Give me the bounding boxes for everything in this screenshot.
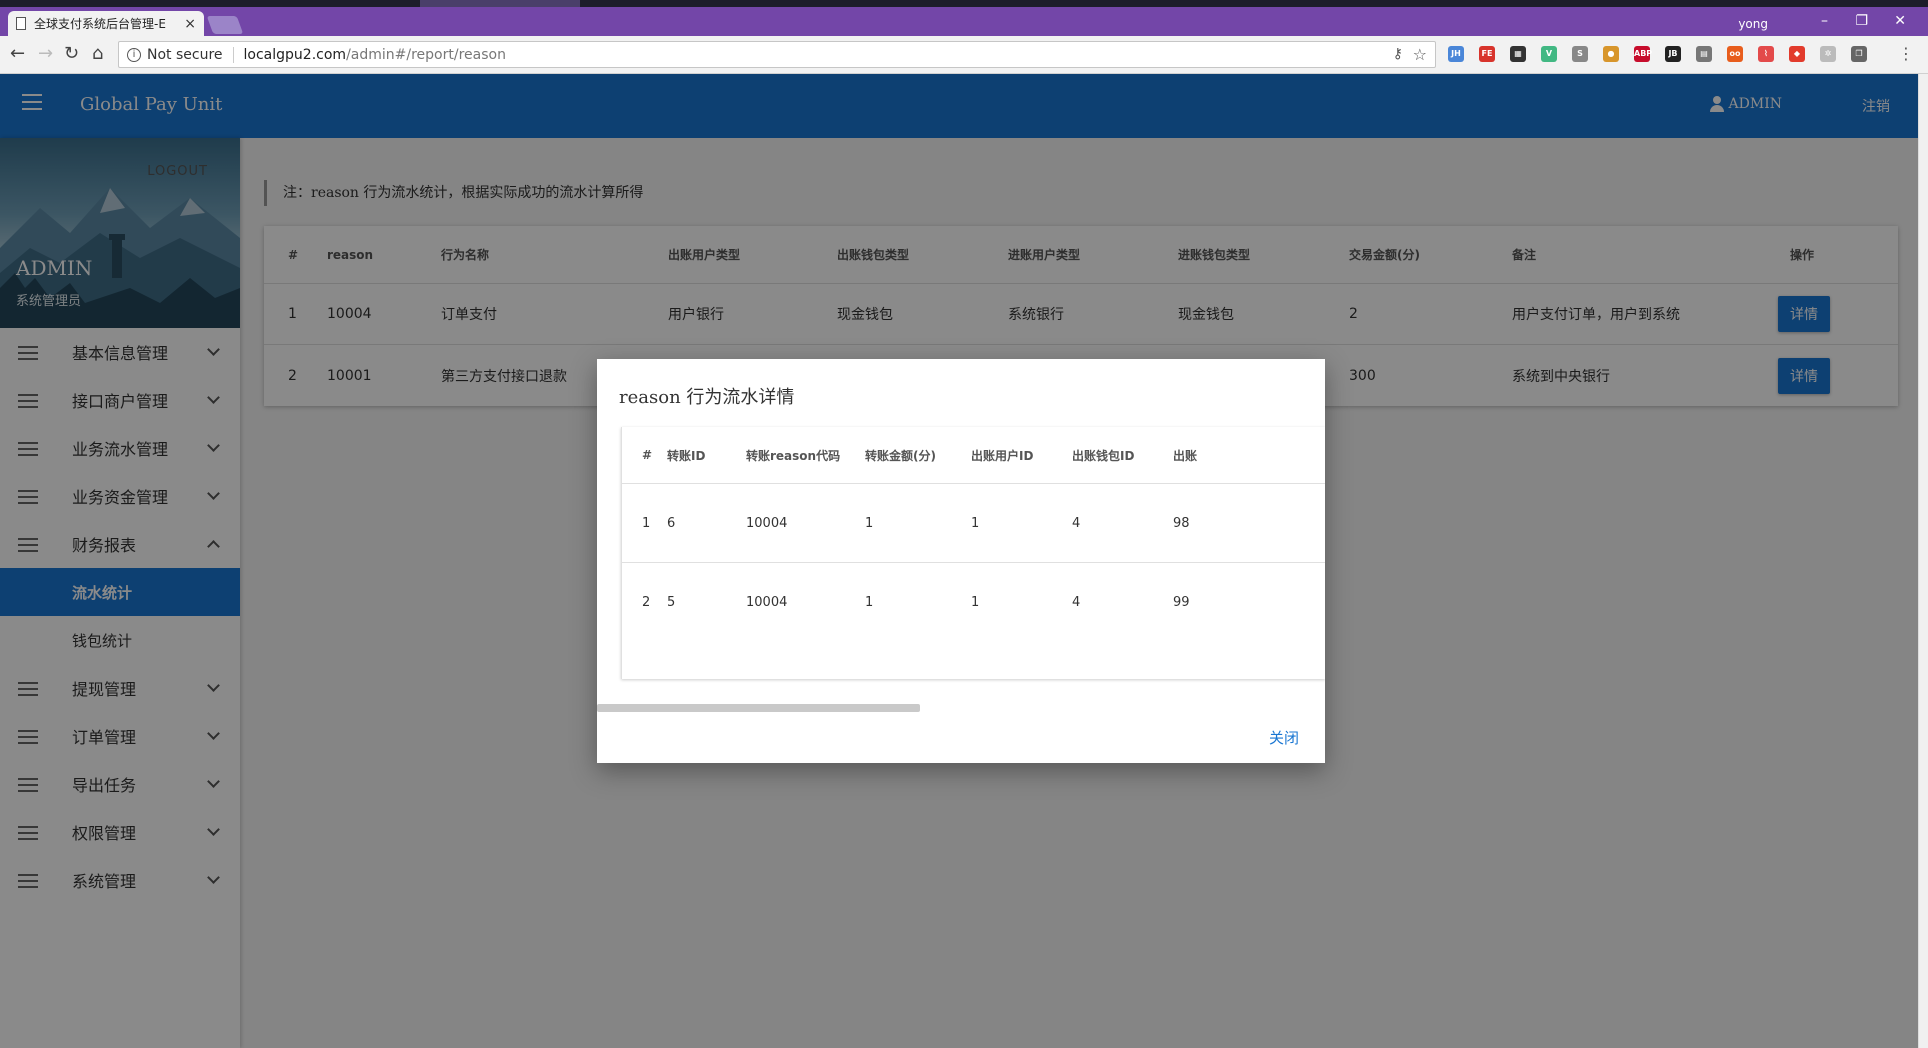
- ribbon-extension-icon[interactable]: ⌇: [1758, 46, 1774, 62]
- table-cell: 1: [865, 595, 874, 610]
- column-header: #: [642, 448, 653, 462]
- tab-title: 全球支付系统后台管理-E: [34, 17, 166, 31]
- column-header: 转账reason代码: [746, 448, 841, 463]
- back-icon[interactable]: ←: [10, 44, 25, 64]
- table-cell: 4: [1072, 515, 1081, 531]
- detail-table: # 转账ID 转账reason代码 转账金额(分) 出账用户ID 出账钱包ID 出账 1 6 10…: [621, 427, 1325, 679]
- browser-tab[interactable]: 全球支付系统后台管理-E ×: [8, 11, 204, 36]
- forward-icon[interactable]: →: [38, 44, 53, 64]
- column-header: 出账: [1173, 448, 1198, 463]
- detail-table-row: 2 5 10004 1 1 4 99: [622, 563, 1325, 642]
- table-cell: 10004: [746, 595, 788, 610]
- close-window-icon[interactable]: ✕: [1894, 13, 1906, 29]
- table-cell: 10004: [746, 515, 788, 531]
- table-cell: 99: [1173, 595, 1190, 610]
- column-header: 转账金额(分): [865, 448, 936, 463]
- restore-icon[interactable]: ❐: [1855, 13, 1868, 29]
- page-scrollbar[interactable]: [1918, 74, 1928, 1048]
- detail-dialog: reason 行为流水详情 # 转账ID 转账reason代码 转账金额(分) 出账用户…: [597, 359, 1325, 763]
- fire-extension-icon[interactable]: ◆: [1789, 46, 1805, 62]
- profile-name[interactable]: yong: [1738, 17, 1768, 31]
- info-icon[interactable]: i: [127, 47, 141, 62]
- page-extension-icon[interactable]: ▤: [1696, 46, 1712, 62]
- address-bar[interactable]: i Not secure localgpu2.com/admin#/report…: [118, 41, 1436, 68]
- table-cell: 1: [971, 595, 980, 610]
- table-cell: 1: [865, 515, 874, 531]
- url-host: localgpu2.com: [243, 46, 347, 63]
- window-top-edge: [0, 0, 1928, 7]
- bookmark-star-icon[interactable]: ☆: [1413, 45, 1427, 64]
- table-cell: 1: [971, 515, 980, 531]
- column-header: 出账钱包ID: [1072, 448, 1135, 463]
- column-header: 出账用户ID: [971, 448, 1034, 463]
- jh-extension-icon[interactable]: JH: [1448, 46, 1464, 62]
- table-cell: 5: [667, 595, 676, 610]
- table-cell: 6: [667, 515, 676, 531]
- adblock-plus-icon[interactable]: ABP: [1634, 46, 1652, 62]
- s-extension-icon[interactable]: S: [1572, 46, 1588, 62]
- column-header: 转账ID: [667, 448, 706, 463]
- security-label: Not secure: [147, 46, 234, 63]
- home-icon[interactable]: ⌂: [92, 44, 103, 64]
- horizontal-scrollbar[interactable]: [597, 704, 920, 712]
- dialog-close-button[interactable]: 关闭: [1269, 727, 1299, 748]
- jetbrains-extension-icon[interactable]: JB: [1665, 46, 1681, 62]
- new-tab-button[interactable]: [206, 16, 244, 34]
- copy-extension-icon[interactable]: ❐: [1851, 46, 1867, 62]
- page-icon: [16, 17, 26, 30]
- table-cell: 98: [1173, 515, 1190, 531]
- gear-extension-icon[interactable]: ✲: [1820, 46, 1836, 62]
- reload-icon[interactable]: ↻: [64, 44, 79, 64]
- browser-menu-icon[interactable]: ⋮: [1898, 44, 1914, 63]
- address-toolbar: ← → ↻ ⌂ i Not secure localgpu2.com/admin…: [0, 36, 1928, 74]
- co-extension-icon[interactable]: oo: [1727, 46, 1743, 62]
- table-cell: 2: [642, 595, 651, 610]
- minimize-icon[interactable]: –: [1821, 13, 1828, 29]
- cookie-extension-icon[interactable]: ●: [1603, 46, 1619, 62]
- tab-strip: 全球支付系统后台管理-E × yong – ❐ ✕: [0, 7, 1928, 36]
- table-cell: 1: [642, 515, 651, 531]
- key-icon[interactable]: ⚷: [1393, 46, 1403, 62]
- detail-table-header: # 转账ID 转账reason代码 转账金额(分) 出账用户ID 出账钱包ID 出账: [622, 427, 1325, 484]
- fe-extension-icon[interactable]: FE: [1479, 46, 1495, 62]
- detail-table-row: 1 6 10004 1 1 4 98: [622, 484, 1325, 563]
- dialog-title: reason 行为流水详情: [619, 387, 795, 408]
- url-path: /admin#/report/reason: [346, 46, 506, 63]
- vue-devtools-icon[interactable]: V: [1541, 46, 1557, 62]
- table-cell: 4: [1072, 595, 1081, 610]
- grid-extension-icon[interactable]: ▦: [1510, 46, 1526, 62]
- close-tab-icon[interactable]: ×: [184, 16, 196, 32]
